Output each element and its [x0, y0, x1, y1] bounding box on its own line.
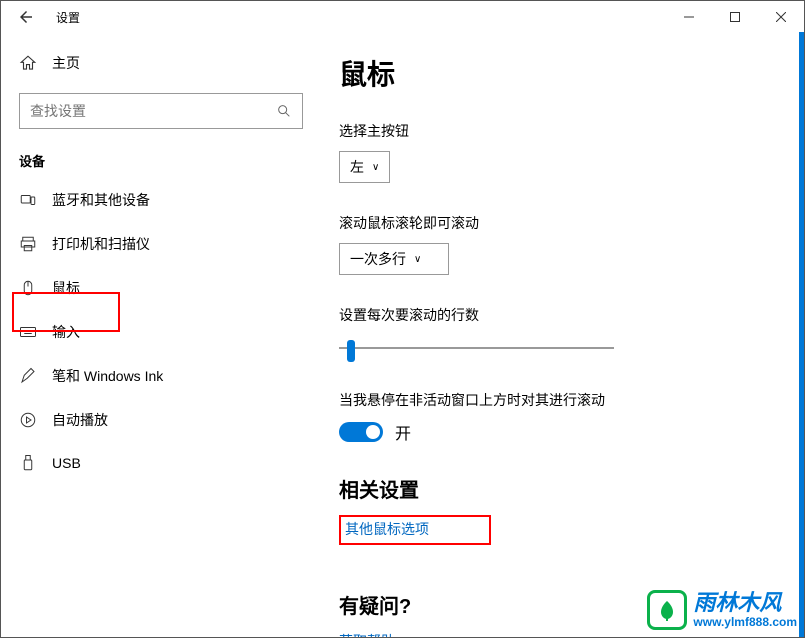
select-value: 左	[350, 157, 364, 177]
close-icon	[776, 12, 786, 22]
devices-icon	[19, 191, 37, 209]
get-help-link[interactable]: 获取帮助	[339, 631, 395, 637]
pen-icon	[19, 367, 37, 385]
sidebar-item-typing[interactable]: 输入	[1, 310, 321, 354]
primary-button-select[interactable]: 左 ∨	[339, 151, 390, 183]
nav-label: 打印机和扫描仪	[52, 234, 150, 254]
home-link[interactable]: 主页	[1, 43, 321, 83]
home-label: 主页	[52, 53, 80, 73]
scrollbar[interactable]	[799, 32, 804, 637]
inactive-hover-label: 当我悬停在非活动窗口上方时对其进行滚动	[339, 390, 804, 410]
chevron-down-icon: ∨	[414, 254, 421, 265]
inactive-hover-toggle[interactable]	[339, 422, 383, 442]
minimize-icon	[684, 12, 694, 22]
maximize-button[interactable]	[712, 1, 758, 33]
nav-label: USB	[52, 455, 81, 471]
nav-label: 鼠标	[52, 278, 80, 298]
usb-icon	[19, 454, 37, 472]
slider-track	[339, 347, 614, 349]
lines-label: 设置每次要滚动的行数	[339, 305, 804, 325]
search-icon	[276, 103, 292, 119]
chevron-down-icon: ∨	[372, 162, 379, 173]
slider-thumb[interactable]	[347, 340, 355, 362]
search-input[interactable]	[30, 103, 276, 119]
page-title: 鼠标	[339, 53, 804, 93]
content-area: 鼠标 选择主按钮 左 ∨ 滚动鼠标滚轮即可滚动 一次多行 ∨ 设置每次要滚动的行…	[321, 33, 804, 637]
titlebar: 设置	[1, 1, 804, 33]
sidebar-item-pen[interactable]: 笔和 Windows Ink	[1, 354, 321, 398]
window-controls	[666, 1, 804, 33]
nav-label: 输入	[52, 322, 80, 342]
scroll-wheel-label: 滚动鼠标滚轮即可滚动	[339, 213, 804, 233]
nav-label: 笔和 Windows Ink	[52, 366, 163, 386]
maximize-icon	[730, 12, 740, 22]
back-arrow-icon	[17, 8, 35, 26]
sidebar-item-usb[interactable]: USB	[1, 442, 321, 484]
nav-label: 自动播放	[52, 410, 108, 430]
window-title: 设置	[56, 9, 80, 26]
toggle-state-label: 开	[395, 420, 411, 444]
select-value: 一次多行	[350, 249, 406, 269]
watermark-cn: 雨林木风	[693, 591, 797, 615]
search-input-container[interactable]	[19, 93, 303, 129]
sidebar-item-printers[interactable]: 打印机和扫描仪	[1, 222, 321, 266]
additional-mouse-options-link[interactable]: 其他鼠标选项	[339, 515, 491, 545]
watermark: 雨林木风 www.ylmf888.com	[647, 590, 797, 630]
sidebar-item-bluetooth[interactable]: 蓝牙和其他设备	[1, 178, 321, 222]
category-header: 设备	[1, 139, 321, 178]
related-settings-header: 相关设置	[339, 474, 804, 503]
minimize-button[interactable]	[666, 1, 712, 33]
watermark-url: www.ylmf888.com	[693, 616, 797, 629]
mouse-icon	[19, 279, 37, 297]
lines-slider[interactable]	[339, 335, 614, 365]
back-button[interactable]	[6, 1, 46, 33]
close-button[interactable]	[758, 1, 804, 33]
autoplay-icon	[19, 411, 37, 429]
sidebar-item-mouse[interactable]: 鼠标	[1, 266, 321, 310]
primary-button-label: 选择主按钮	[339, 121, 804, 141]
watermark-logo-icon	[647, 590, 687, 630]
home-icon	[19, 54, 37, 72]
nav-label: 蓝牙和其他设备	[52, 190, 150, 210]
keyboard-icon	[19, 323, 37, 341]
sidebar: 主页 设备 蓝牙和其他设备 打印机和扫描仪 鼠标 输入	[1, 33, 321, 637]
printer-icon	[19, 235, 37, 253]
sidebar-item-autoplay[interactable]: 自动播放	[1, 398, 321, 442]
toggle-knob	[366, 425, 380, 439]
scroll-wheel-select[interactable]: 一次多行 ∨	[339, 243, 449, 275]
